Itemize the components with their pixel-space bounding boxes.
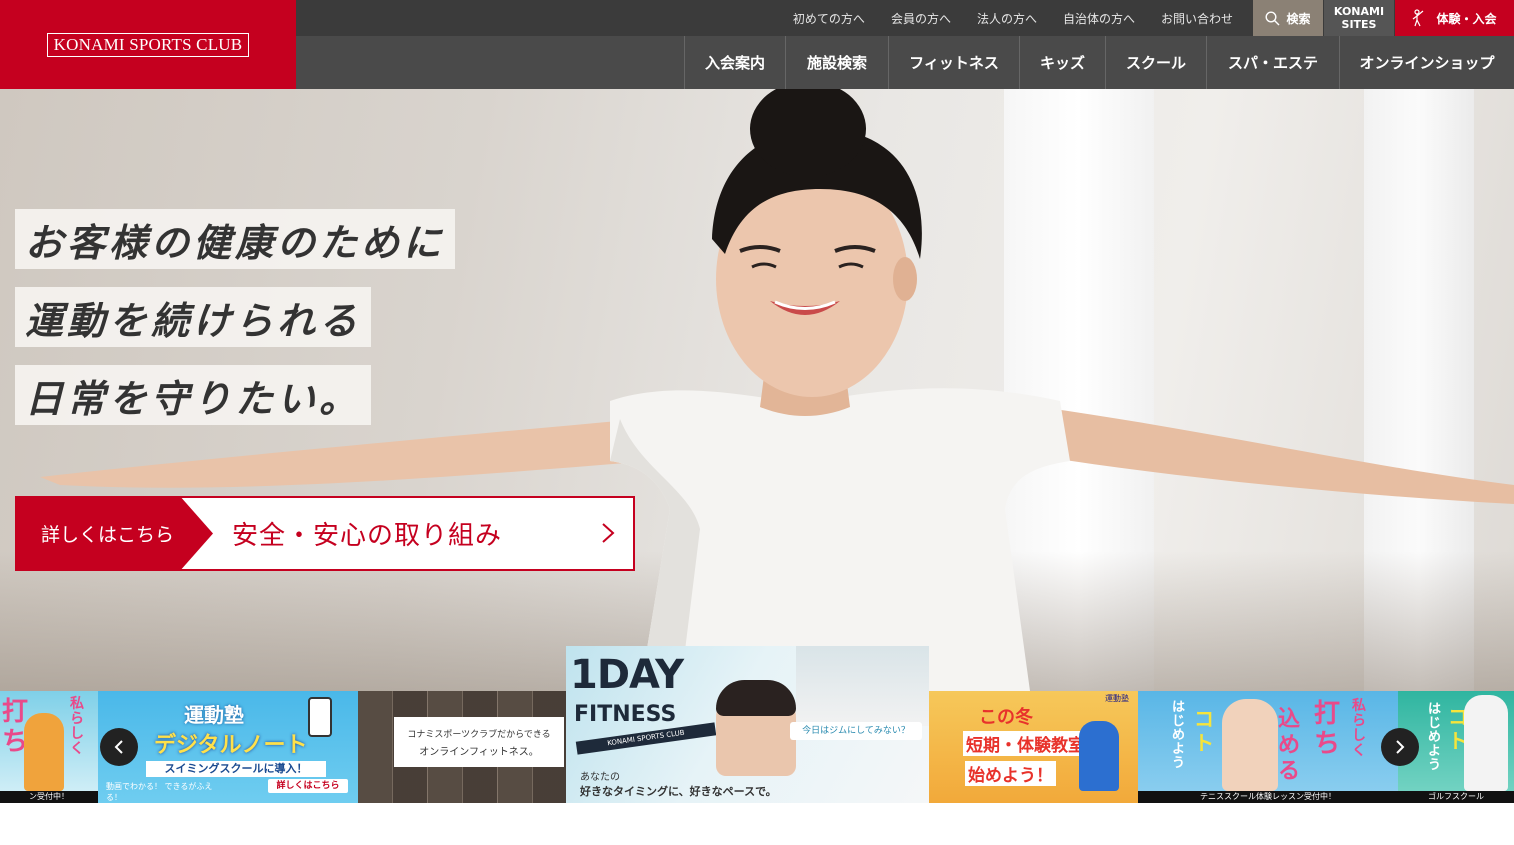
- main-nav-items: 入会案内 施設検索 フィットネス キッズ スクール スパ・エステ オンラインショ…: [684, 36, 1514, 89]
- sites-label-line2: SITES: [1341, 18, 1377, 31]
- utility-link-municipal[interactable]: 自治体の方へ: [1063, 10, 1135, 27]
- nav-item-kids[interactable]: キッズ: [1019, 36, 1105, 89]
- banner-main-title1: 1DAY: [570, 652, 684, 698]
- carousel-next-button[interactable]: [1381, 728, 1419, 766]
- banner-winter-course[interactable]: 運動塾 この冬 短期・体験教室 始めよう！: [929, 691, 1138, 803]
- banner-digital-sub: スイミングスクールに導入！: [146, 761, 326, 777]
- chevron-right-icon: [1396, 740, 1405, 754]
- logo-block[interactable]: KONAMI SPORTS CLUB: [0, 0, 296, 89]
- main-nav: 入会案内 施設検索 フィットネス キッズ スクール スパ・エステ オンラインショ…: [296, 36, 1514, 89]
- hero-headline-line3: 日常を守りたい。: [15, 365, 372, 425]
- utility-link-members[interactable]: 会員の方へ: [891, 10, 951, 27]
- banner-big-text: 打ち: [2, 697, 29, 757]
- banner-main-bubble: 今日はジムにしてみない？: [790, 722, 922, 740]
- banner-digital-link[interactable]: 詳しくはこちら: [268, 779, 348, 793]
- banner-side-text: 私らしく: [70, 696, 84, 757]
- nav-item-facility-search[interactable]: 施設検索: [785, 36, 888, 89]
- banner-golf-side: はじめよう: [1428, 702, 1442, 773]
- trial-label: 体験・入会: [1436, 11, 1497, 26]
- utility-link-beginners[interactable]: 初めての方へ: [793, 10, 865, 27]
- utility-links: 初めての方へ 会員の方へ 法人の方へ 自治体の方へ お問い合わせ: [793, 0, 1233, 36]
- hero-headline-line2: 運動を続けられる: [15, 287, 372, 347]
- banner-winter-line3: 始めよう！: [965, 761, 1056, 786]
- cta-tag: 詳しくはこちら: [17, 498, 213, 569]
- banner-online-line2: オンラインフィットネス。: [419, 746, 539, 758]
- banner-tennis-player: [1222, 699, 1278, 791]
- banner-online-line1: コナミスポーツクラブだからできる: [407, 729, 551, 740]
- hero-headline-line1: お客様の健康のために: [15, 209, 456, 269]
- chevron-left-icon: [114, 740, 123, 754]
- utility-link-corporate[interactable]: 法人の方へ: [977, 10, 1037, 27]
- site-logo[interactable]: KONAMI SPORTS CLUB: [46, 32, 250, 57]
- banner-digital-title: デジタルノート: [154, 733, 308, 758]
- banner-main-sub2: 好きなタイミングに、好きなペースで。: [580, 785, 777, 798]
- hero-section: お客様の健康のために 運動を続けられる 日常を守りたい。: [0, 89, 1514, 691]
- safety-cta-button[interactable]: 詳しくはこちら 安全・安心の取り組み: [15, 496, 635, 571]
- banner-winter-line1: この冬: [979, 707, 1033, 728]
- banner-tennis-school[interactable]: はじめよう コト 打ち 込める 私らしく テニススクール体験レッスン受付中！: [1138, 691, 1398, 803]
- logo-text: KONAMI SPORTS CLUB: [53, 34, 243, 54]
- nav-item-online-shop[interactable]: オンラインショップ: [1339, 36, 1514, 89]
- sites-label-line1: KONAMI: [1333, 5, 1385, 18]
- banner-player-figure: [24, 713, 64, 791]
- banner-tennis-big1: 打ち: [1314, 699, 1341, 759]
- search-icon: [1265, 10, 1280, 25]
- person-stretch-icon: [1413, 9, 1424, 27]
- konami-sites-button[interactable]: KONAMI SITES: [1324, 0, 1394, 36]
- banner-golf-strip: ゴルフスクール: [1398, 791, 1514, 803]
- banner-main-title2: FITNESS: [574, 702, 677, 727]
- cta-text: 安全・安心の取り組み: [232, 521, 503, 551]
- banner-main-sub1: あなたの: [580, 772, 620, 783]
- phone-icon: [308, 697, 332, 737]
- banner-strip: ン受付中！: [0, 791, 98, 803]
- banner-tennis-big2: 込める: [1278, 707, 1301, 784]
- banner-main-woman-hair: [716, 680, 796, 716]
- nav-item-membership[interactable]: 入会案内: [684, 36, 785, 89]
- banner-tennis-partial[interactable]: 打ち 私らしく ン受付中！: [0, 691, 98, 803]
- nav-item-school[interactable]: スクール: [1105, 36, 1206, 89]
- banner-digital-tiny: 動画でわかる！ できるがふえる！: [106, 782, 213, 802]
- banner-tennis-side1: はじめよう: [1172, 700, 1186, 771]
- nav-item-spa-esthe[interactable]: スパ・エステ: [1206, 36, 1339, 89]
- banner-tennis-side2: 私らしく: [1352, 698, 1366, 759]
- banner-online-textbox: コナミスポーツクラブだからできる オンラインフィットネス。: [394, 717, 564, 767]
- banner-winter-kid-figure: [1079, 721, 1119, 791]
- search-button[interactable]: 検索: [1253, 0, 1323, 36]
- banner-digital-top: 運動塾: [184, 703, 244, 727]
- banner-winter-line2: 短期・体験教室: [963, 731, 1088, 756]
- carousel-prev-button[interactable]: [100, 728, 138, 766]
- chevron-right-icon: [602, 523, 615, 543]
- trial-join-button[interactable]: 体験・入会: [1395, 0, 1514, 36]
- banner-tennis-strip: テニススクール体験レッスン受付中！: [1138, 791, 1398, 803]
- search-label: 検索: [1286, 11, 1311, 26]
- banner-winter-badge: 運動塾: [1105, 694, 1129, 703]
- nav-item-fitness[interactable]: フィットネス: [888, 36, 1019, 89]
- utility-link-contact[interactable]: お問い合わせ: [1161, 10, 1233, 27]
- banner-1day-fitness[interactable]: 1DAY FITNESS KONAMI SPORTS CLUB 今日はジムにして…: [566, 646, 929, 803]
- banner-online-fitness[interactable]: コナミスポーツクラブだからできる オンラインフィットネス。: [358, 691, 566, 803]
- banner-main-photo-top: [796, 646, 929, 726]
- banner-golf-player: [1464, 695, 1508, 791]
- banner-tennis-koto: コト: [1194, 707, 1214, 755]
